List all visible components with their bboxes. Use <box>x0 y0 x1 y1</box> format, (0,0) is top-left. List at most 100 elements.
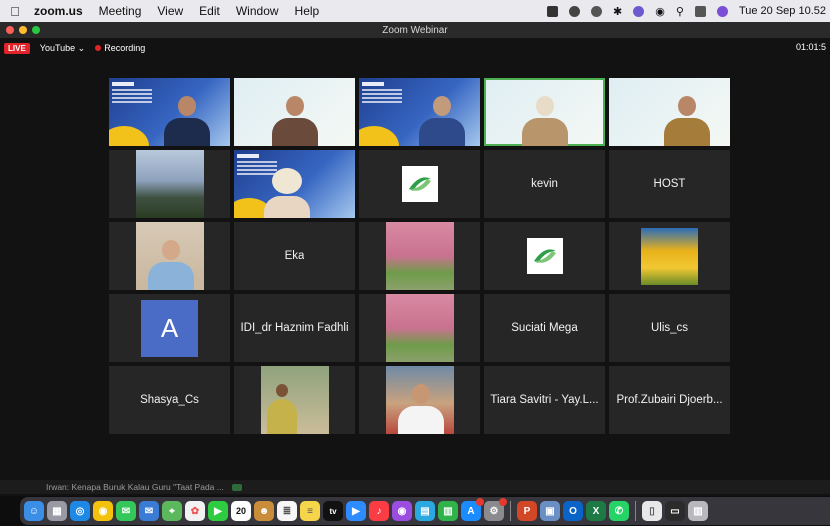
participant-tile[interactable]: Eka <box>234 222 355 290</box>
participant-tile[interactable] <box>109 150 230 218</box>
launchpad-icon[interactable]: ▦ <box>47 501 67 521</box>
menu-window[interactable]: Window <box>236 4 279 18</box>
chrome-icon[interactable]: ◉ <box>93 501 113 521</box>
participant-tile[interactable] <box>234 366 355 434</box>
notes-icon[interactable]: ≡ <box>300 501 320 521</box>
menu-app-name[interactable]: zoom.us <box>34 4 83 18</box>
profile-photo <box>385 294 454 362</box>
participant-video-tile[interactable] <box>484 78 605 146</box>
slide-decoration <box>109 126 149 146</box>
close-window-button[interactable] <box>6 26 14 34</box>
menu-edit[interactable]: Edit <box>199 4 220 18</box>
numbers-icon[interactable]: ▥ <box>438 501 458 521</box>
files-icon[interactable]: ▯ <box>642 501 662 521</box>
music-icon[interactable]: ♪ <box>369 501 389 521</box>
participant-tile[interactable] <box>359 294 480 362</box>
focus-moon-icon[interactable] <box>591 5 603 17</box>
meeting-timer: 01:01:5 <box>795 42 826 52</box>
dock-separator <box>635 501 636 521</box>
window-title: Zoom Webinar <box>382 24 448 36</box>
participant-tile[interactable]: A <box>109 294 230 362</box>
youtube-stream-dropdown[interactable]: YouTube ⌄ <box>40 43 85 54</box>
menu-meeting[interactable]: Meeting <box>99 4 142 18</box>
chat-preview-text: Irwan: Kenapa Buruk Kalau Guru "Taat Pad… <box>46 482 224 492</box>
speaker-video <box>164 96 210 146</box>
maps-icon[interactable]: ⌖ <box>162 501 182 521</box>
participant-video-tile[interactable] <box>359 78 480 146</box>
recording-indicator[interactable]: Recording <box>95 43 145 53</box>
finder-icon[interactable]: ☺ <box>24 501 44 521</box>
bluetooth-icon[interactable]: ✱ <box>613 5 622 18</box>
participant-name: Eka <box>284 250 305 262</box>
control-center-icon[interactable] <box>694 5 706 17</box>
participant-video-tile[interactable] <box>109 78 230 146</box>
appstore-icon[interactable]: A <box>461 498 484 521</box>
minimize-window-button[interactable] <box>19 26 27 34</box>
participant-name: kevin <box>531 178 558 190</box>
chat-preview-bar[interactable]: Irwan: Kenapa Buruk Kalau Guru "Taat Pad… <box>0 480 830 494</box>
facetime-icon[interactable]: ▶ <box>208 501 228 521</box>
outlook-icon[interactable]: O <box>563 501 583 521</box>
participant-tile[interactable]: HOST <box>609 150 730 218</box>
chat-badge-icon <box>231 483 242 491</box>
speaker-video <box>664 96 710 146</box>
settings-icon[interactable]: ⚙ <box>484 498 507 521</box>
meeting-toolbar: LIVE YouTube ⌄ Recording 01:01:5 <box>0 38 830 58</box>
participant-grid: kevin HOST Eka A IDI_dr Haznim Fadhli Su… <box>109 78 730 434</box>
participant-tile[interactable]: IDI_dr Haznim Fadhli <box>234 294 355 362</box>
profile-photo <box>385 222 454 290</box>
participant-tile[interactable]: Ulis_cs <box>609 294 730 362</box>
vpn-icon[interactable] <box>633 5 645 17</box>
live-badge[interactable]: LIVE <box>4 42 30 54</box>
terminal-icon[interactable]: ▭ <box>665 501 685 521</box>
excel-icon[interactable]: X <box>586 501 606 521</box>
participant-tile[interactable]: Shasya_Cs <box>109 366 230 434</box>
zoom-icon[interactable]: ▶ <box>346 501 366 521</box>
profile-photo <box>135 222 204 290</box>
zoom-status-icon[interactable] <box>547 5 559 17</box>
whatsapp-icon[interactable]: ✆ <box>609 501 629 521</box>
tv-icon[interactable]: tv <box>323 501 343 521</box>
participant-name: Tiara Savitri - Yay.L... <box>490 394 599 406</box>
grammarly-icon[interactable] <box>569 5 581 17</box>
search-icon[interactable]: ⚲ <box>676 5 684 18</box>
mail-icon[interactable]: ✉ <box>139 501 159 521</box>
status-area: ✱ ◉ ⚲ Tue 20 Sep 10.52 <box>547 0 830 22</box>
participant-tile[interactable]: Prof.Zubairi Djoerb... <box>609 366 730 434</box>
participant-tile[interactable] <box>359 150 480 218</box>
participant-tile[interactable]: kevin <box>484 150 605 218</box>
menu-help[interactable]: Help <box>295 4 320 18</box>
calendar-icon[interactable]: 20 <box>231 501 251 521</box>
participant-tile[interactable]: Suciati Mega <box>484 294 605 362</box>
keynote-icon[interactable]: ▤ <box>415 501 435 521</box>
participant-tile[interactable] <box>359 366 480 434</box>
messages-icon[interactable]: ✉ <box>116 501 136 521</box>
siri-icon[interactable] <box>716 5 728 17</box>
podcasts-icon[interactable]: ◉ <box>392 501 412 521</box>
window-controls <box>6 26 40 34</box>
participant-video-tile[interactable] <box>234 150 355 218</box>
slide-logo <box>362 82 384 86</box>
powerpoint-icon[interactable]: P <box>517 501 537 521</box>
organization-logo-icon <box>526 238 563 274</box>
preview-icon[interactable]: ▣ <box>540 501 560 521</box>
participant-video-tile[interactable] <box>234 78 355 146</box>
trash-icon[interactable]: ▥ <box>688 501 708 521</box>
wifi-icon[interactable]: ◉ <box>655 5 665 18</box>
participant-tile[interactable] <box>109 222 230 290</box>
participant-tile[interactable] <box>484 222 605 290</box>
safari-icon[interactable]: ◎ <box>70 501 90 521</box>
contacts-icon[interactable]: ☻ <box>254 501 274 521</box>
apple-icon[interactable]:  <box>4 4 26 19</box>
menu-view[interactable]: View <box>157 4 183 18</box>
participant-name: Shasya_Cs <box>140 394 199 406</box>
zoom-window-button[interactable] <box>32 26 40 34</box>
participant-tile[interactable] <box>359 222 480 290</box>
photos-icon[interactable]: ✿ <box>185 501 205 521</box>
profile-photo <box>641 227 698 285</box>
menu-clock[interactable]: Tue 20 Sep 10.52 <box>739 5 826 17</box>
participant-video-tile[interactable] <box>609 78 730 146</box>
participant-tile[interactable]: Tiara Savitri - Yay.L... <box>484 366 605 434</box>
participant-tile[interactable] <box>609 222 730 290</box>
reminders-icon[interactable]: ≣ <box>277 501 297 521</box>
